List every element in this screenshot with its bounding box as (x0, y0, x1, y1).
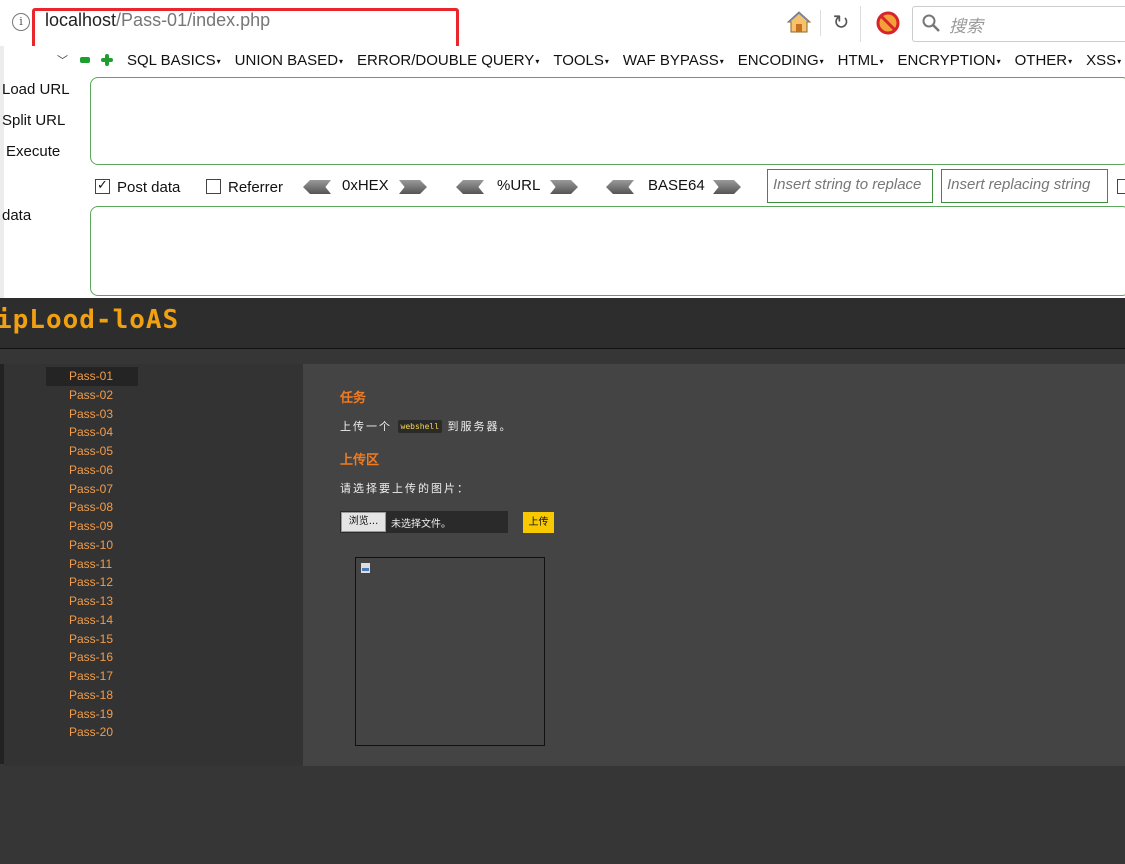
post-data-textarea[interactable] (90, 206, 1125, 296)
browse-button[interactable]: 浏览... (341, 512, 386, 532)
replace-string-input[interactable]: Insert string to replace (767, 169, 933, 203)
toolbar-separator (820, 10, 821, 36)
nav-pass-08[interactable]: Pass-08 (46, 498, 138, 517)
base64-encoder: BASE64 (606, 177, 742, 197)
upload-button[interactable]: 上传 (523, 512, 554, 533)
checkbox-unchecked-icon[interactable] (206, 179, 221, 194)
nav-pass-11[interactable]: Pass-11 (46, 555, 138, 574)
main-content: 任务 上传一个 webshell 到服务器。 上传区 请选择要上传的图片： 浏览… (303, 364, 1125, 766)
referrer-label: Referrer (228, 179, 284, 196)
plus-icon[interactable] (101, 54, 113, 66)
menu-encoding[interactable]: ENCODING (738, 52, 824, 69)
file-status-text: 未选择文件。 (391, 519, 451, 530)
nav-pass-05[interactable]: Pass-05 (46, 442, 138, 461)
menu-tools[interactable]: TOOLS (553, 52, 609, 69)
upload-prompt: 请选择要上传的图片： (340, 482, 470, 495)
nav-pass-09[interactable]: Pass-09 (46, 517, 138, 536)
nav-pass-01[interactable]: Pass-01 (46, 367, 138, 386)
nav-pass-17[interactable]: Pass-17 (46, 667, 138, 686)
address-highlight-annotation (32, 8, 459, 49)
file-input[interactable]: 浏览... 未选择文件。 (340, 511, 508, 533)
decode-arrow-left-icon[interactable] (303, 180, 331, 194)
menu-html[interactable]: HTML (838, 52, 884, 69)
browser-toolbar: i localhost/Pass-01/index.php ↻ 搜索 (0, 0, 1125, 49)
hex-label: 0xHEX (342, 177, 389, 194)
menu-sql-basics[interactable]: SQL BASICS (127, 52, 221, 69)
nav-pass-12[interactable]: Pass-12 (46, 573, 138, 592)
minus-icon[interactable] (80, 57, 90, 63)
menu-other[interactable]: OTHER (1015, 52, 1073, 69)
replacing-string-input[interactable]: Insert replacing string (941, 169, 1108, 203)
nav-pass-02[interactable]: Pass-02 (46, 386, 138, 405)
search-icon (922, 14, 940, 32)
decode-arrow-left-icon[interactable] (456, 180, 484, 194)
load-url-button[interactable]: Load URL (2, 81, 70, 98)
home-icon[interactable] (786, 10, 812, 34)
split-url-button[interactable]: Split URL (2, 112, 65, 129)
checkbox-checked-icon[interactable] (95, 177, 110, 194)
hackbar-panel: ﹀ SQL BASICS UNION BASED ERROR/DOUBLE QU… (0, 46, 1125, 298)
chevron-down-icon[interactable]: ﹀ (57, 52, 68, 68)
nav-pass-06[interactable]: Pass-06 (46, 461, 138, 480)
site-header: ipLood-loAS (0, 298, 1125, 349)
encode-arrow-right-icon[interactable] (550, 180, 578, 194)
upload-heading: 上传区 (340, 453, 380, 468)
nav-pass-13[interactable]: Pass-13 (46, 592, 138, 611)
hackbar-menu: SQL BASICS UNION BASED ERROR/DOUBLE QUER… (127, 52, 1125, 69)
broken-image-icon (361, 563, 370, 573)
hex-encoder: 0xHEX (303, 177, 429, 197)
nav-pass-19[interactable]: Pass-19 (46, 705, 138, 724)
encode-arrow-right-icon[interactable] (399, 180, 427, 194)
task-text-before: 上传一个 (340, 420, 392, 433)
task-code: webshell (397, 420, 443, 433)
nav-pass-16[interactable]: Pass-16 (46, 648, 138, 667)
nav-pass-10[interactable]: Pass-10 (46, 536, 138, 555)
nav-pass-15[interactable]: Pass-15 (46, 630, 138, 649)
task-heading: 任务 (340, 391, 367, 406)
search-input[interactable]: 搜索 (912, 6, 1125, 42)
image-preview-box (355, 557, 545, 746)
search-placeholder: 搜索 (949, 17, 983, 37)
post-data-checkbox[interactable]: Post data (95, 177, 181, 196)
upload-labs-page: ipLood-loAS Pass-01 Pass-02 Pass-03 Pass… (0, 298, 1125, 864)
nav-pass-14[interactable]: Pass-14 (46, 611, 138, 630)
nav-pass-03[interactable]: Pass-03 (46, 405, 138, 424)
url-encoder: %URL (456, 177, 580, 197)
pass-sidebar: Pass-01 Pass-02 Pass-03 Pass-04 Pass-05 … (4, 364, 303, 766)
nav-pass-04[interactable]: Pass-04 (46, 423, 138, 442)
task-description: 上传一个 webshell 到服务器。 (340, 418, 513, 434)
url-textarea[interactable] (90, 77, 1125, 165)
addon-block-icon[interactable] (876, 11, 900, 35)
nav-pass-07[interactable]: Pass-07 (46, 480, 138, 499)
task-text-after: 到服务器。 (447, 420, 513, 433)
site-logo[interactable]: ipLood-loAS (0, 305, 179, 335)
post-data-label: Post data (117, 179, 181, 196)
decode-arrow-left-icon[interactable] (606, 180, 634, 194)
base64-label: BASE64 (648, 177, 705, 194)
reload-icon[interactable]: ↻ (828, 8, 854, 36)
menu-waf-bypass[interactable]: WAF BYPASS (623, 52, 724, 69)
menu-encryption[interactable]: ENCRYPTION (898, 52, 1001, 69)
menu-error-double-query[interactable]: ERROR/DOUBLE QUERY (357, 52, 539, 69)
data-label: data (2, 207, 32, 224)
nav-pass-20[interactable]: Pass-20 (46, 723, 138, 742)
info-icon[interactable]: i (12, 13, 30, 31)
execute-button[interactable]: Execute (6, 143, 60, 160)
menu-xss[interactable]: XSS (1086, 52, 1121, 69)
encode-arrow-right-icon[interactable] (713, 180, 741, 194)
menu-union-based[interactable]: UNION BASED (235, 52, 343, 69)
toolbar-separator (860, 6, 861, 42)
replace-all-checkbox[interactable] (1117, 179, 1125, 194)
referrer-checkbox[interactable]: Referrer (206, 179, 283, 196)
nav-pass-18[interactable]: Pass-18 (46, 686, 138, 705)
url-encode-label: %URL (497, 177, 541, 194)
